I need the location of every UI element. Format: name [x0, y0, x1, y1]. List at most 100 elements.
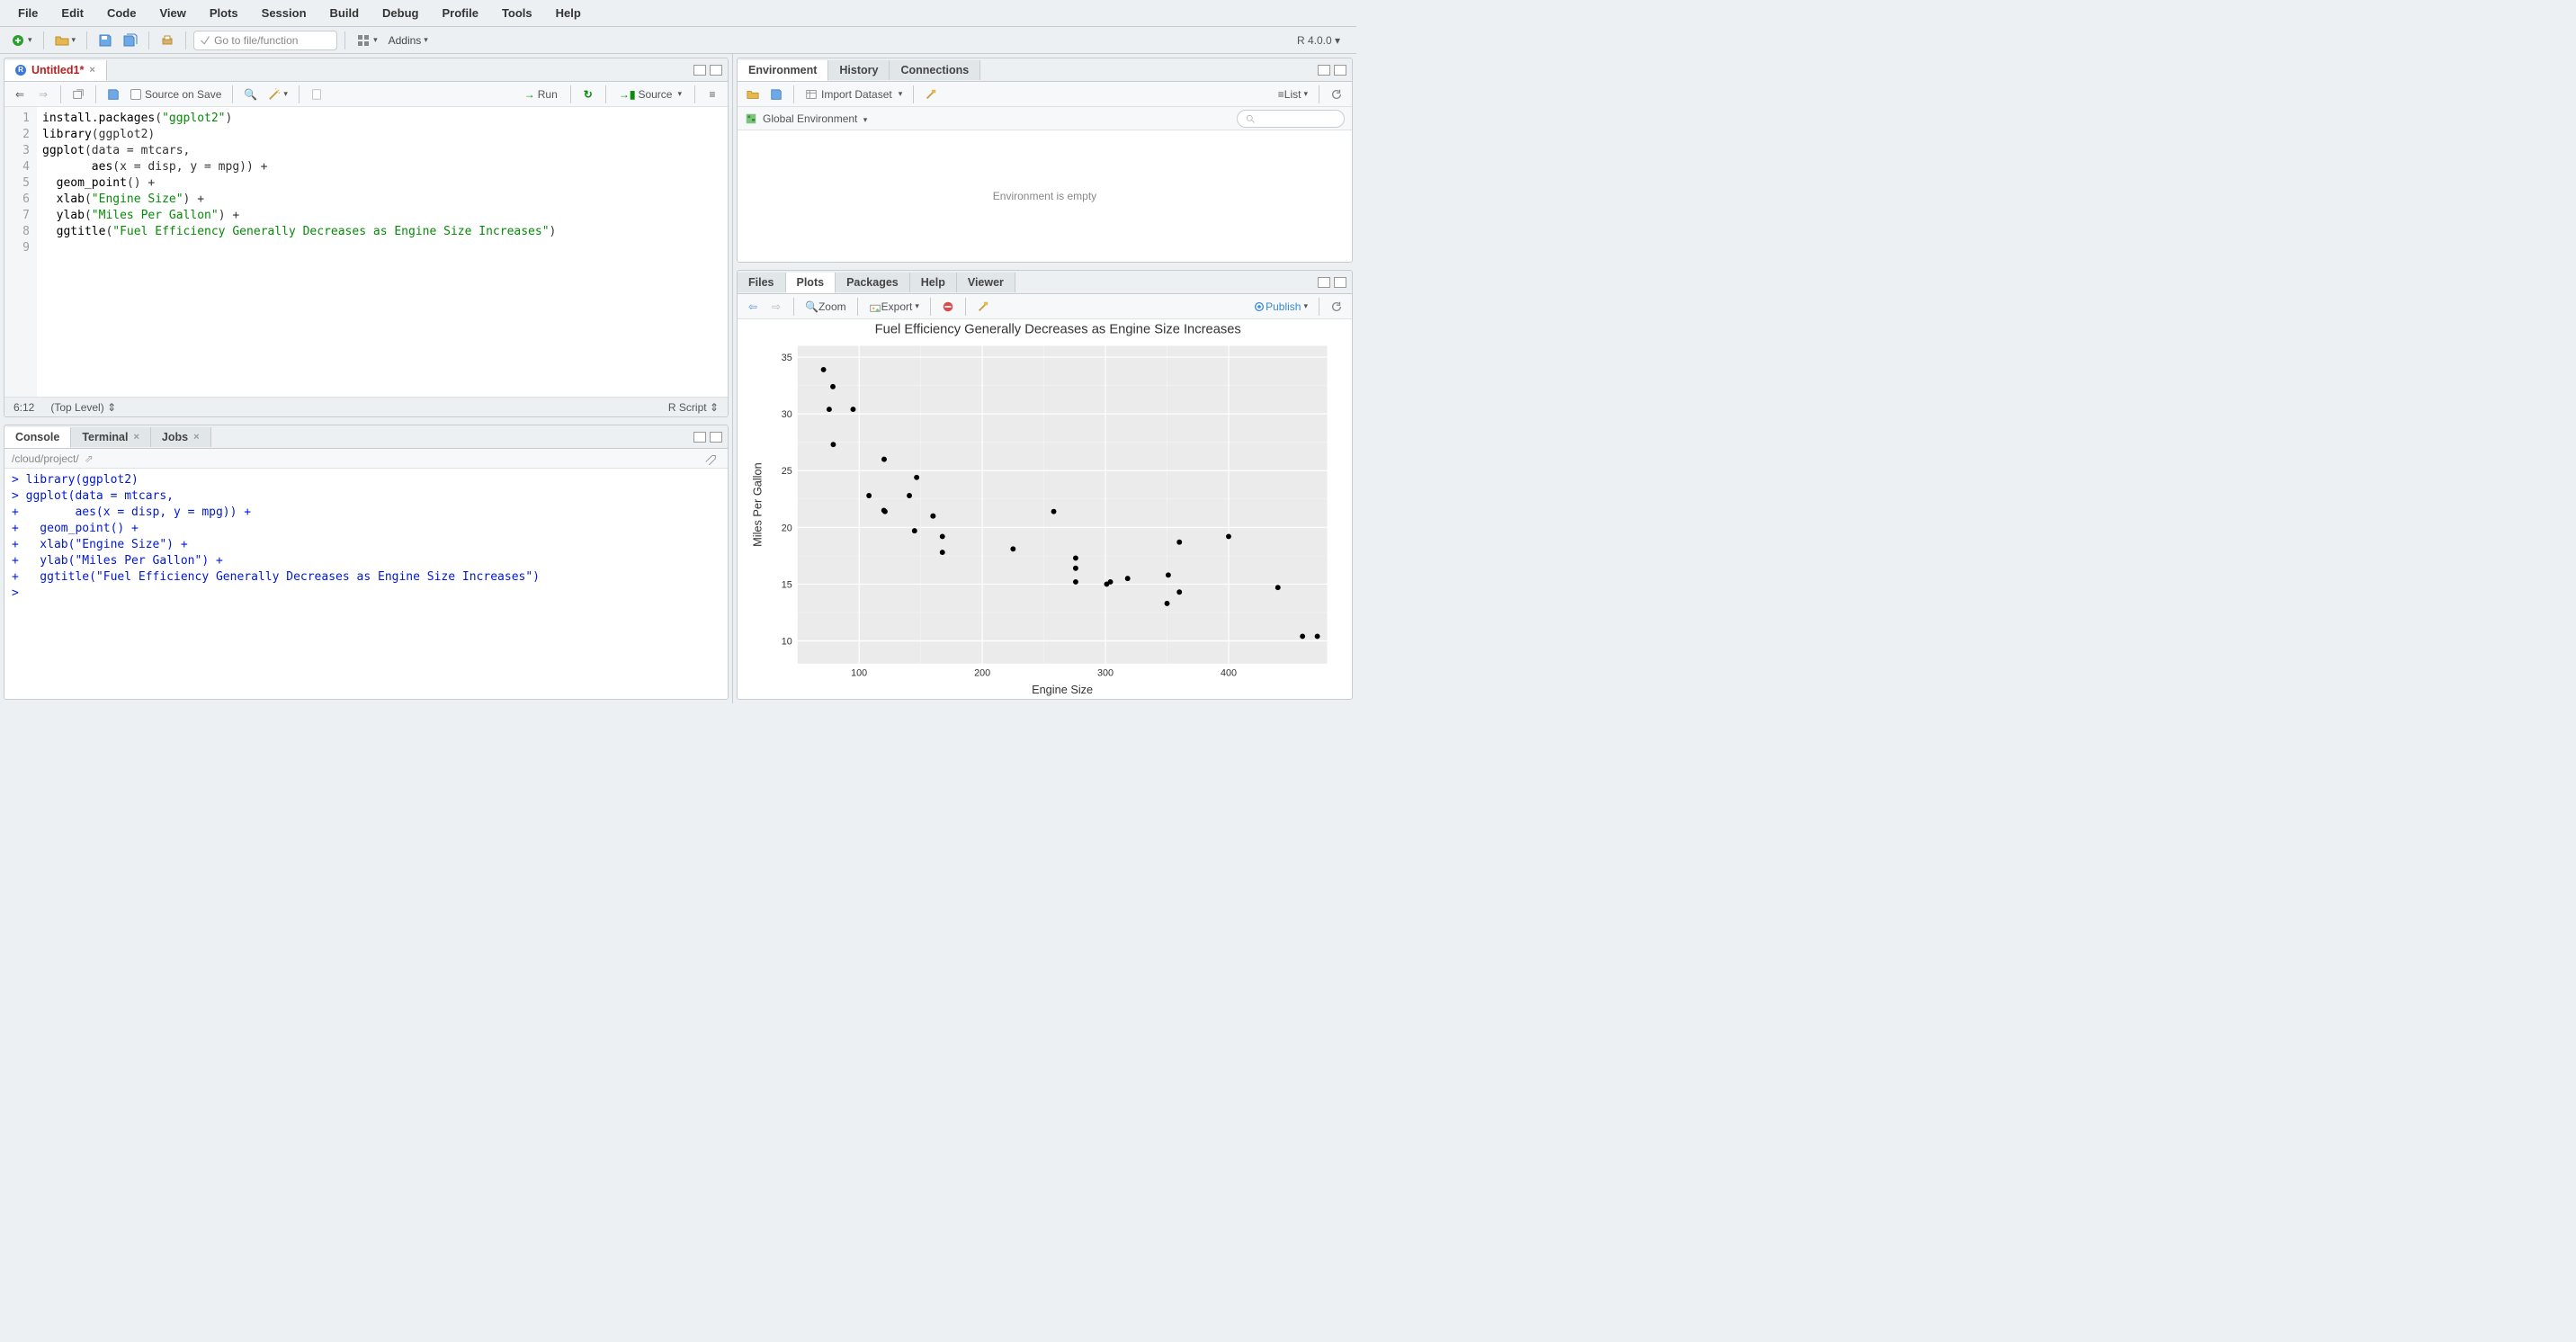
publish-button[interactable]: Publish ▾ — [1249, 297, 1311, 317]
close-icon[interactable]: × — [133, 432, 139, 443]
svg-text:100: 100 — [851, 667, 867, 678]
source-button[interactable]: →▮Source ▾ — [613, 88, 687, 101]
find-icon[interactable]: 🔍 — [240, 85, 261, 104]
plots-window-controls — [1312, 277, 1352, 288]
scope-selector[interactable]: (Top Level) ⇕ — [50, 401, 116, 414]
menu-plots[interactable]: Plots — [199, 3, 249, 23]
menu-session[interactable]: Session — [251, 3, 318, 23]
svg-text:35: 35 — [782, 353, 792, 363]
load-workspace-icon[interactable] — [743, 85, 763, 104]
save-source-icon[interactable] — [103, 85, 123, 104]
menu-help[interactable]: Help — [545, 3, 592, 23]
addins-button[interactable]: Addins ▾ — [385, 31, 432, 50]
plots-tab-files[interactable]: Files — [738, 273, 786, 292]
show-in-new-window-icon[interactable] — [68, 85, 88, 104]
report-icon[interactable] — [307, 85, 326, 104]
environment-tabs: EnvironmentHistoryConnections — [738, 58, 1352, 82]
menu-file[interactable]: File — [7, 3, 49, 23]
menu-build[interactable]: Build — [319, 3, 371, 23]
goto-file-input[interactable]: Go to file/function — [193, 31, 337, 50]
console-window-controls — [688, 432, 728, 443]
env-tab-environment[interactable]: Environment — [738, 60, 828, 81]
console-tab-console[interactable]: Console — [4, 427, 71, 448]
source-tabs: R Untitled1* × — [4, 58, 728, 82]
maximize-icon[interactable] — [710, 65, 722, 76]
env-tab-connections[interactable]: Connections — [890, 60, 980, 80]
refresh-plots-icon[interactable] — [1327, 297, 1346, 317]
console-path: /cloud/project/ ⇗ — [4, 449, 728, 469]
main-toolbar: ▾ ▾ Go to file/function ▾ Addins ▾ R 4.0… — [0, 27, 1356, 54]
globe-icon — [745, 112, 757, 125]
list-view-button[interactable]: ≡ List ▾ — [1275, 85, 1311, 104]
export-button[interactable]: Export ▾ — [865, 297, 923, 317]
env-tab-history[interactable]: History — [828, 60, 890, 80]
minimize-icon[interactable] — [693, 65, 706, 76]
plots-tab-packages[interactable]: Packages — [836, 273, 910, 292]
close-icon[interactable]: × — [193, 432, 199, 443]
source-on-save-checkbox[interactable]: Source on Save — [127, 85, 225, 104]
menu-tools[interactable]: Tools — [491, 3, 543, 23]
env-search-input[interactable] — [1237, 110, 1345, 128]
menu-debug[interactable]: Debug — [371, 3, 429, 23]
maximize-icon[interactable] — [1334, 277, 1346, 288]
plots-back-icon[interactable]: ⇦ — [743, 297, 763, 317]
svg-text:30: 30 — [782, 409, 792, 420]
zoom-button[interactable]: 🔍 Zoom — [801, 297, 850, 317]
code-editor[interactable]: 123456789 install.packages("ggplot2")lib… — [4, 107, 728, 397]
svg-text:10: 10 — [782, 636, 792, 647]
grid-button[interactable]: ▾ — [353, 31, 381, 50]
source-status-bar: 6:12 (Top Level) ⇕ R Script ⇕ — [4, 397, 728, 416]
svg-text:400: 400 — [1221, 667, 1237, 678]
language-selector[interactable]: R Script ⇕ — [668, 401, 719, 414]
plots-tab-viewer[interactable]: Viewer — [957, 273, 1015, 292]
clear-console-icon[interactable] — [701, 449, 720, 469]
menu-code[interactable]: Code — [96, 3, 148, 23]
open-file-button[interactable]: ▾ — [51, 31, 80, 50]
forward-arrow-icon[interactable]: ⇒ — [33, 85, 53, 104]
plots-toolbar: ⇦ ⇨ 🔍 Zoom Export ▾ — [738, 294, 1352, 319]
environment-body: Environment is empty — [738, 130, 1352, 262]
r-version-selector[interactable]: R 4.0.0 ▾ — [1288, 34, 1349, 47]
environment-toolbar: Import Dataset ▾ ≡ List ▾ — [738, 82, 1352, 107]
minimize-icon[interactable] — [693, 432, 706, 443]
maximize-icon[interactable] — [710, 432, 722, 443]
source-tab-file[interactable]: R Untitled1* × — [4, 60, 107, 81]
console-output[interactable]: > library(ggplot2) > ggplot(data = mtcar… — [4, 469, 728, 699]
clear-plots-icon[interactable] — [973, 297, 993, 317]
svg-text:300: 300 — [1097, 667, 1114, 678]
print-button[interactable] — [157, 31, 178, 50]
clear-env-icon[interactable] — [921, 85, 941, 104]
minimize-icon[interactable] — [1318, 277, 1330, 288]
path-share-icon[interactable]: ⇗ — [85, 452, 94, 465]
console-tabs: ConsoleTerminal×Jobs× — [4, 425, 728, 449]
wand-icon[interactable]: ▾ — [264, 85, 291, 104]
import-dataset-button[interactable]: Import Dataset ▾ — [801, 85, 906, 104]
maximize-icon[interactable] — [1334, 65, 1346, 76]
close-icon[interactable]: × — [89, 65, 94, 76]
refresh-env-icon[interactable] — [1327, 85, 1346, 104]
svg-text:200: 200 — [974, 667, 990, 678]
save-all-button[interactable] — [120, 31, 141, 50]
menubar: FileEditCodeViewPlotsSessionBuildDebugPr… — [0, 0, 1356, 27]
save-workspace-icon[interactable] — [766, 85, 786, 104]
plots-forward-icon[interactable]: ⇨ — [766, 297, 786, 317]
save-button[interactable] — [94, 31, 116, 50]
minimize-icon[interactable] — [1318, 65, 1330, 76]
console-tab-terminal[interactable]: Terminal× — [71, 427, 151, 447]
back-arrow-icon[interactable]: ⇐ — [10, 85, 30, 104]
plots-tab-help[interactable]: Help — [910, 273, 957, 292]
remove-plot-icon[interactable] — [938, 297, 958, 317]
console-tab-jobs[interactable]: Jobs× — [151, 427, 211, 447]
menu-profile[interactable]: Profile — [431, 3, 488, 23]
menu-view[interactable]: View — [148, 3, 196, 23]
menu-edit[interactable]: Edit — [50, 3, 94, 23]
svg-text:Miles Per Gallon: Miles Per Gallon — [750, 462, 764, 547]
svg-text:Engine Size: Engine Size — [1032, 683, 1093, 696]
rerun-button[interactable]: ↻ — [578, 88, 598, 101]
run-button[interactable]: →Run — [519, 88, 563, 101]
plots-tab-plots[interactable]: Plots — [786, 273, 836, 293]
outline-icon[interactable]: ≡ — [702, 85, 722, 104]
source-window-controls — [688, 65, 728, 76]
env-scope-selector[interactable]: Global Environment ▾ — [763, 112, 867, 125]
new-file-button[interactable]: ▾ — [7, 31, 36, 50]
